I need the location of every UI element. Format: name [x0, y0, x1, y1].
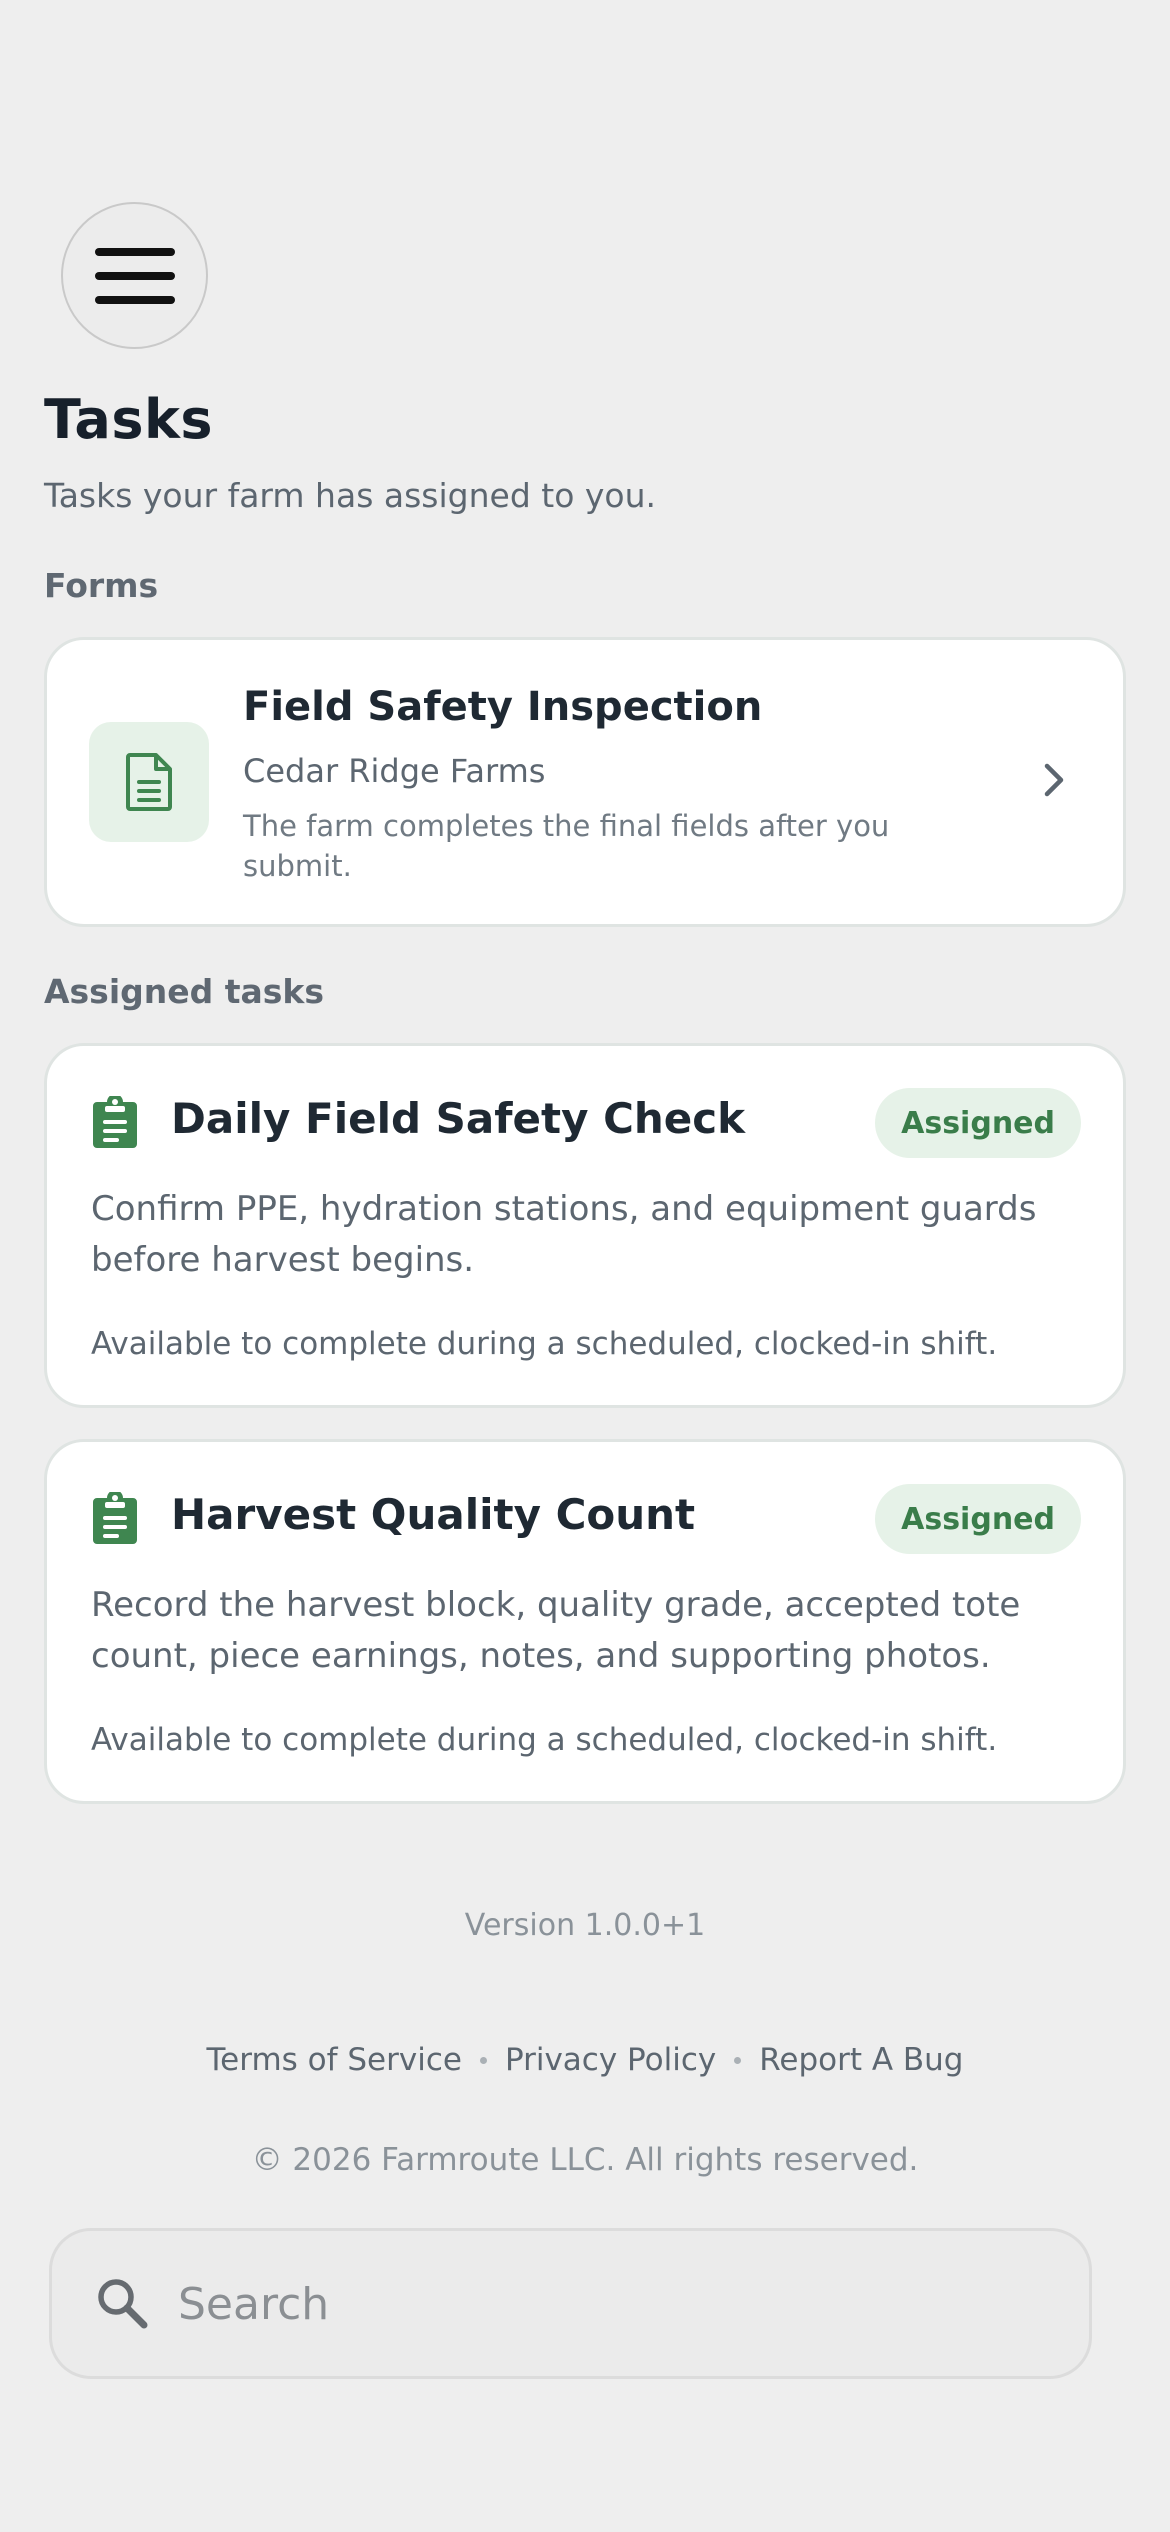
- search-input[interactable]: [178, 2259, 1058, 2349]
- task-title: Harvest Quality Count: [171, 1490, 696, 1539]
- status-badge: Assigned: [875, 1484, 1081, 1554]
- clipboard-icon: [93, 1096, 137, 1148]
- task-description: Confirm PPE, hydration stations, and equ…: [91, 1189, 1037, 1280]
- tasks-page: Tasks Tasks your farm has assigned to yo…: [0, 0, 1170, 2532]
- task-description: Record the harvest block, quality grade,…: [91, 1585, 1021, 1676]
- form-title: Field Safety Inspection: [243, 684, 763, 730]
- clipboard-icon: [93, 1492, 137, 1544]
- status-badge: Assigned: [875, 1088, 1081, 1158]
- footer-separator: [734, 2056, 742, 2064]
- terms-of-service-link[interactable]: Terms of Service: [207, 2042, 462, 2078]
- forms-section-label: Forms: [44, 566, 159, 605]
- page-subtitle: Tasks your farm has assigned to you.: [44, 476, 656, 515]
- form-note: The farm completes the final fields afte…: [243, 809, 890, 883]
- copyright: © 2026 Farmroute LLC. All rights reserve…: [251, 2142, 919, 2178]
- document-icon: [126, 753, 172, 811]
- chevron-right-icon: [1044, 763, 1064, 797]
- form-farm-name: Cedar Ridge Farms: [243, 752, 546, 790]
- task-availability: Available to complete during a scheduled…: [91, 1326, 998, 1362]
- search-icon: [98, 2279, 148, 2329]
- task-title: Daily Field Safety Check: [171, 1094, 746, 1143]
- menu-button[interactable]: [61, 202, 208, 349]
- app-version: Version 1.0.0+1: [464, 1908, 706, 1943]
- hamburger-menu-icon: [94, 247, 175, 304]
- search-bar[interactable]: [49, 2228, 1092, 2379]
- footer-links: Terms of Service Privacy Policy Report A…: [0, 2042, 1170, 2078]
- task-availability: Available to complete during a scheduled…: [91, 1722, 998, 1758]
- report-bug-link[interactable]: Report A Bug: [759, 2042, 963, 2078]
- privacy-policy-link[interactable]: Privacy Policy: [505, 2042, 716, 2078]
- task-card-daily-field-safety-check[interactable]: Daily Field Safety Check Assigned Confir…: [44, 1043, 1126, 1408]
- page-title: Tasks: [44, 388, 214, 451]
- footer-separator: [479, 2056, 487, 2064]
- assigned-tasks-section-label: Assigned tasks: [44, 972, 325, 1011]
- form-card-field-safety-inspection[interactable]: Field Safety Inspection Cedar Ridge Farm…: [44, 637, 1126, 927]
- task-card-harvest-quality-count[interactable]: Harvest Quality Count Assigned Record th…: [44, 1439, 1126, 1804]
- form-icon-container: [89, 722, 209, 842]
